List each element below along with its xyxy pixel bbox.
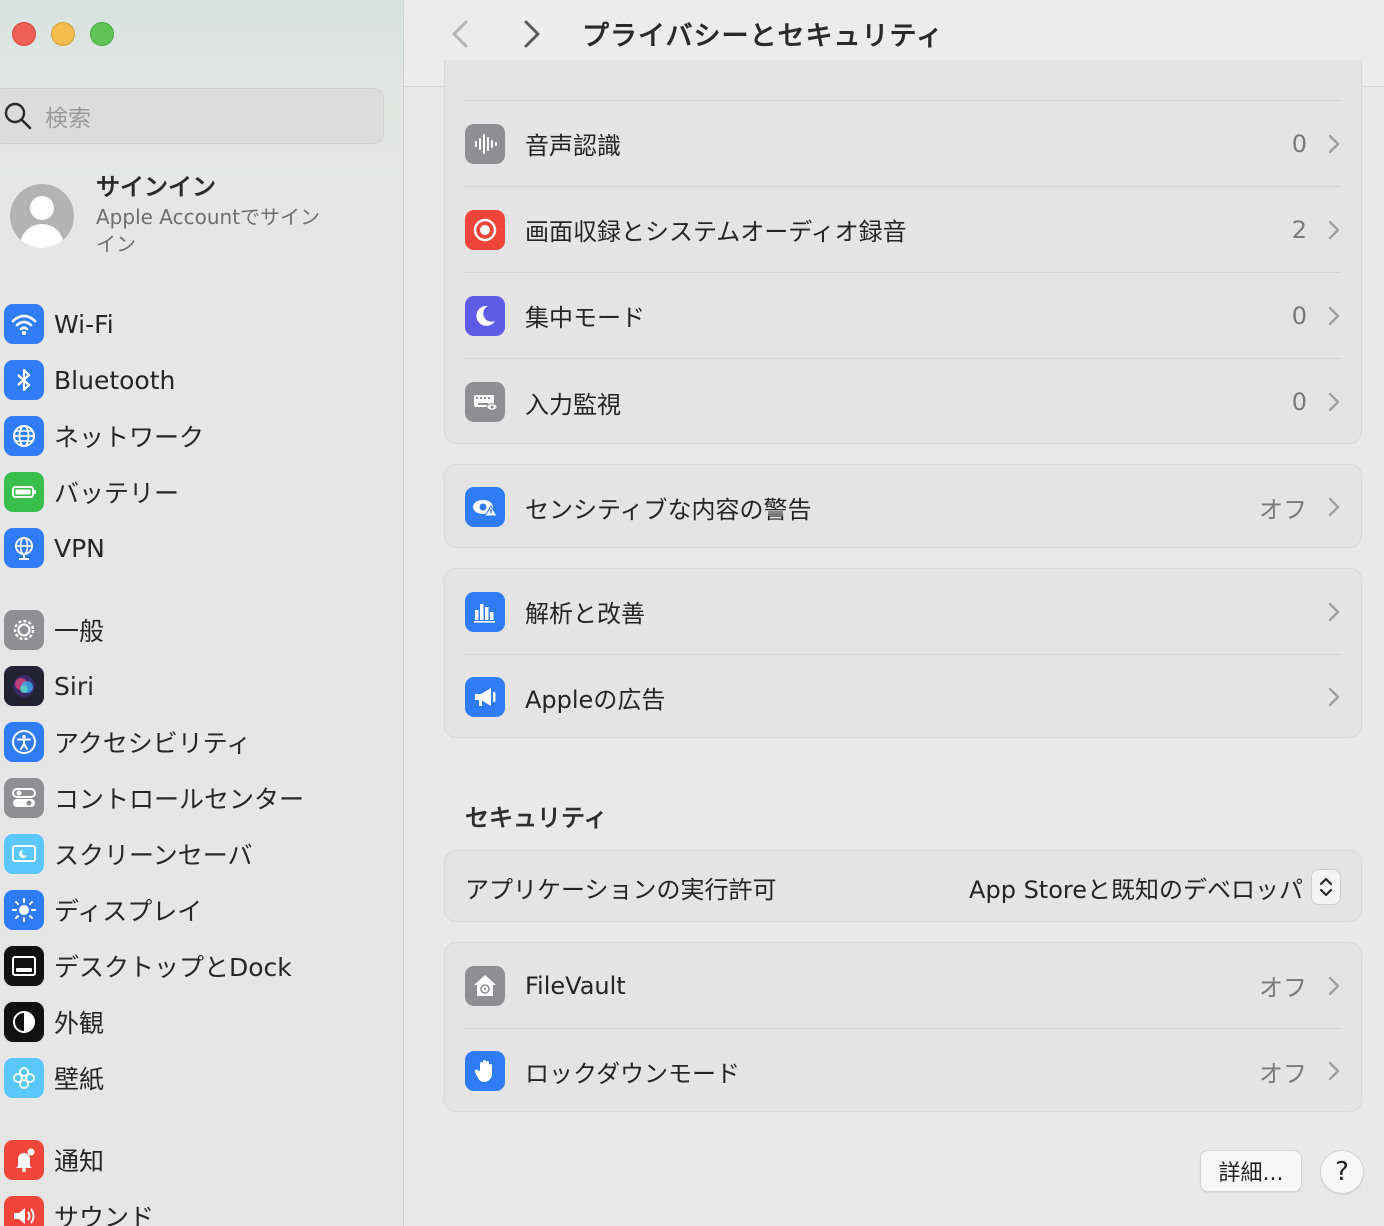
privacy-row-speech-recognition[interactable]: 音声認識 0: [465, 101, 1341, 187]
avatar: [10, 184, 74, 248]
chevron-right-icon: [1328, 687, 1340, 707]
chevron-right-icon: [1328, 134, 1340, 153]
sidebar-item-appearance[interactable]: 外観: [4, 998, 104, 1046]
sidebar-item-display[interactable]: ディスプレイ: [4, 886, 202, 934]
sidebar-item-vpn[interactable]: VPN: [4, 524, 105, 572]
accessibility-icon: [4, 722, 44, 762]
sensitive-content-warning-row[interactable]: センシティブな内容の警告 オフ: [465, 465, 1341, 549]
gear-icon: [4, 610, 44, 650]
account-signin[interactable]: サインイン Apple Accountでサイン イン: [10, 172, 346, 258]
flower-icon: [4, 1058, 44, 1098]
sidebar-item-wifi[interactable]: Wi-Fi: [4, 300, 114, 348]
moon-icon: [465, 295, 505, 336]
appearance-icon: [4, 1002, 44, 1042]
popup-stepper-icon[interactable]: [1311, 869, 1341, 905]
keyboard-eye-icon: [465, 382, 505, 422]
forward-button[interactable]: [516, 18, 546, 50]
vpn-globe-icon: [4, 528, 44, 568]
battery-icon: [4, 472, 44, 512]
chevron-right-icon: [1328, 1061, 1340, 1081]
privacy-row-input-monitoring[interactable]: 入力監視 0: [465, 359, 1341, 445]
sun-icon: [4, 890, 44, 930]
hand-icon: [465, 1051, 505, 1091]
chevron-right-icon: [1328, 220, 1340, 239]
privacy-card: 音声認識 0 画面収録とシステムオーディオ録音 2 集中モード 0 入力監視 0: [444, 60, 1362, 444]
details-button[interactable]: 詳細...: [1200, 1150, 1302, 1192]
privacy-row-screen-recording[interactable]: 画面収録とシステムオーディオ録音 2: [465, 187, 1341, 273]
app-allow-row: アプリケーションの実行許可 App Storeと既知のデベロッパ: [465, 851, 1341, 923]
wifi-icon: [4, 304, 44, 344]
sidebar-item-siri[interactable]: Siri: [4, 662, 94, 710]
sidebar-item-bluetooth[interactable]: Bluetooth: [4, 356, 175, 404]
security-card: FileVault オフ ロックダウンモード オフ: [444, 942, 1362, 1112]
sidebar-item-control-center[interactable]: コントロールセンター: [4, 774, 304, 822]
filevault-row[interactable]: FileVault オフ: [465, 943, 1341, 1029]
sidebar-item-notifications[interactable]: 通知: [4, 1136, 104, 1184]
sidebar-item-desktop-dock[interactable]: デスクトップとDock: [4, 942, 292, 990]
security-section-title: セキュリティ: [465, 804, 608, 832]
sidebar: 検索 サインイン Apple Accountでサイン イン Wi-Fi Blue…: [0, 0, 404, 1226]
sidebar-item-general[interactable]: 一般: [4, 606, 104, 654]
search-input[interactable]: 検索: [0, 88, 384, 144]
app-allow-card: アプリケーションの実行許可 App Storeと既知のデベロッパ: [444, 850, 1362, 922]
sidebar-item-battery[interactable]: バッテリー: [4, 468, 179, 516]
chevron-right-icon: [1328, 976, 1340, 995]
eye-warning-icon: [465, 487, 505, 527]
search-icon: [4, 102, 32, 130]
app-allow-popup[interactable]: App Storeと既知のデベロッパ: [969, 870, 1303, 905]
chevron-left-icon: [452, 20, 468, 48]
bluetooth-icon: [4, 360, 44, 400]
bar-chart-icon: [465, 591, 505, 632]
analytics-row[interactable]: 解析と改善: [465, 569, 1341, 655]
speaker-icon: [4, 1196, 44, 1226]
window-controls: [12, 22, 114, 46]
siri-icon: [4, 666, 44, 706]
chevron-right-icon: [1328, 602, 1340, 621]
chevron-right-icon: [1328, 392, 1340, 412]
help-button[interactable]: ?: [1320, 1150, 1364, 1194]
waveform-icon: [465, 123, 505, 164]
sidebar-item-network[interactable]: ネットワーク: [4, 412, 204, 460]
privacy-row-focus[interactable]: 集中モード 0: [465, 273, 1341, 359]
chevron-right-icon: [1328, 497, 1340, 517]
bell-icon: [4, 1140, 44, 1180]
megaphone-icon: [465, 677, 505, 717]
dock-icon: [4, 946, 44, 986]
sidebar-item-screensaver[interactable]: スクリーンセーバ: [4, 830, 253, 878]
account-subtitle: Apple Accountでサイン イン: [96, 205, 321, 256]
apple-ads-row[interactable]: Appleの広告: [465, 655, 1341, 739]
globe-icon: [4, 416, 44, 456]
house-lock-icon: [465, 965, 505, 1006]
chevron-right-icon: [1328, 306, 1340, 325]
analytics-card: 解析と改善 Appleの広告: [444, 568, 1362, 738]
toggles-icon: [4, 778, 44, 818]
zoom-window-button[interactable]: [90, 22, 114, 46]
page-title: プライバシーとセキュリティ: [582, 21, 944, 52]
record-icon: [465, 209, 505, 250]
sidebar-item-wallpaper[interactable]: 壁紙: [4, 1054, 104, 1102]
sidebar-item-accessibility[interactable]: アクセシビリティ: [4, 718, 251, 766]
back-button[interactable]: [446, 18, 476, 50]
close-window-button[interactable]: [12, 22, 36, 46]
account-title: サインイン: [96, 173, 216, 201]
sensitive-content-card: センシティブな内容の警告 オフ: [444, 464, 1362, 548]
lockdown-mode-row[interactable]: ロックダウンモード オフ: [465, 1029, 1341, 1113]
minimize-window-button[interactable]: [51, 22, 75, 46]
sidebar-item-sound[interactable]: サウンド: [4, 1192, 154, 1226]
search-placeholder: 検索: [45, 106, 91, 132]
screensaver-icon: [4, 834, 44, 874]
chevron-right-icon: [524, 20, 540, 48]
